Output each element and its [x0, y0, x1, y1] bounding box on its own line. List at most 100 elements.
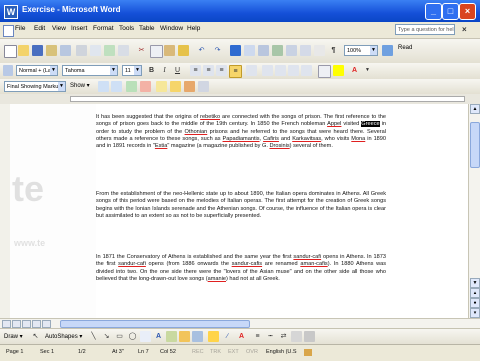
font-color-icon[interactable]: A [349, 65, 360, 76]
tables-borders-icon[interactable] [244, 45, 255, 56]
increase-indent-icon[interactable] [301, 65, 312, 76]
redo-icon[interactable]: ↷ [212, 45, 223, 56]
web-layout-icon[interactable] [12, 320, 21, 328]
spelling-status-icon[interactable] [304, 349, 312, 356]
justify-icon[interactable]: ≡ [229, 65, 242, 78]
drawing-icon[interactable] [300, 45, 311, 56]
paragraph-2[interactable]: From the establishment of the neo-Hellen… [96, 191, 386, 220]
oval-icon[interactable]: ◯ [127, 331, 138, 342]
fill-color-icon[interactable] [208, 331, 219, 342]
insert-comment-icon[interactable] [156, 81, 167, 92]
select-browse-object-icon[interactable]: ● [470, 298, 480, 308]
format-painter-icon[interactable] [178, 45, 189, 56]
font-size-select[interactable]: 11 ▼ [122, 65, 142, 76]
scroll-up-icon[interactable]: ▲ [470, 104, 480, 114]
show-hide-icon[interactable]: ¶ [328, 45, 339, 56]
outline-view-icon[interactable] [32, 320, 41, 328]
paste-icon[interactable] [164, 45, 175, 56]
clip-art-icon[interactable] [179, 331, 190, 342]
reading-layout-icon[interactable] [42, 320, 51, 328]
ask-question-box[interactable]: Type a question for help [395, 24, 455, 35]
bullets-icon[interactable] [275, 65, 286, 76]
outside-border-icon[interactable] [318, 65, 331, 78]
maximize-button[interactable]: □ [442, 3, 459, 20]
draw-menu[interactable]: Draw ▾ [4, 333, 23, 340]
display-for-review-select[interactable]: Final Showing Markup ▼ [4, 81, 66, 92]
permission-icon[interactable] [46, 45, 57, 56]
research-icon[interactable] [118, 45, 129, 56]
next-change-icon[interactable] [111, 81, 122, 92]
next-page-icon[interactable]: ▾ [470, 308, 480, 318]
3d-style-icon[interactable] [304, 331, 315, 342]
menu-edit[interactable]: Edit [34, 25, 45, 32]
undo-icon[interactable]: ↶ [196, 45, 207, 56]
insert-table-icon[interactable] [258, 45, 269, 56]
arrow-style-icon[interactable]: ⇄ [278, 331, 289, 342]
line-spacing-icon[interactable] [246, 65, 257, 76]
open-folder-icon[interactable] [18, 45, 29, 56]
draw-font-color-icon[interactable]: A [236, 331, 247, 342]
text-box-icon[interactable] [140, 331, 151, 342]
document-icon[interactable] [3, 25, 14, 37]
menu-help[interactable]: Help [187, 25, 200, 32]
underline-button[interactable]: U [172, 65, 183, 76]
paragraph-1[interactable]: It has been suggested that the origins o… [96, 114, 386, 150]
decrease-indent-icon[interactable] [288, 65, 299, 76]
menu-window[interactable]: Window [160, 25, 183, 32]
document-area[interactable]: te MA www.te www.diploma.edu.gr It has b… [10, 104, 468, 318]
previous-change-icon[interactable] [98, 81, 109, 92]
help-icon[interactable] [382, 45, 393, 56]
insert-picture-icon[interactable] [192, 331, 203, 342]
diagram-icon[interactable] [166, 331, 177, 342]
reviewing-pane-icon[interactable] [198, 81, 209, 92]
document-map-icon[interactable] [314, 45, 325, 56]
menu-insert[interactable]: Insert [71, 25, 87, 32]
bold-button[interactable]: B [146, 65, 157, 76]
wordart-icon[interactable]: A [153, 331, 164, 342]
align-center-icon[interactable]: ≡ [203, 65, 214, 76]
vertical-scroll-thumb[interactable] [470, 122, 480, 168]
normal-view-icon[interactable] [2, 320, 11, 328]
italic-button[interactable]: I [159, 65, 170, 76]
status-rec[interactable]: REC [192, 349, 204, 355]
highlight-review-icon[interactable] [170, 81, 181, 92]
new-document-icon[interactable] [4, 45, 17, 58]
paragraph-3[interactable]: In 1871 the Conservatory of Athens is es… [96, 254, 386, 283]
status-trk[interactable]: TRK [210, 349, 221, 355]
shadow-style-icon[interactable] [291, 331, 302, 342]
status-ext[interactable]: EXT [228, 349, 239, 355]
close-button[interactable]: × [459, 3, 476, 20]
menu-format[interactable]: Format [93, 25, 114, 32]
show-menu-button[interactable]: Show ▾ [70, 82, 90, 89]
menu-file[interactable]: File [15, 25, 25, 32]
menu-table[interactable]: Table [139, 25, 155, 32]
menu-tools[interactable]: Tools [119, 25, 134, 32]
document-close-icon[interactable]: × [462, 25, 467, 34]
scroll-down-icon[interactable]: ▼ [470, 278, 480, 288]
status-ovr[interactable]: OVR [246, 349, 258, 355]
insert-hyperlink-icon[interactable] [230, 45, 241, 56]
styles-formatting-icon[interactable] [3, 65, 13, 76]
numbering-icon[interactable] [262, 65, 273, 76]
chevron-down-icon[interactable]: ▼ [362, 65, 373, 76]
reject-change-icon[interactable] [140, 81, 151, 92]
select-objects-icon[interactable]: ↖ [30, 331, 41, 342]
word-app-icon[interactable]: W [4, 5, 18, 19]
highlight-icon[interactable] [333, 65, 344, 76]
accept-change-icon[interactable] [126, 81, 137, 92]
align-left-icon[interactable]: ≡ [190, 65, 201, 76]
print-layout-icon[interactable] [22, 320, 31, 328]
insert-excel-icon[interactable] [272, 45, 283, 56]
spelling-icon[interactable] [104, 45, 115, 56]
zoom-select[interactable]: 100% ▼ [344, 45, 378, 56]
line-color-icon[interactable]: ∕ [222, 331, 233, 342]
read-button[interactable]: Read [398, 45, 412, 51]
line-icon[interactable]: ╲ [88, 331, 99, 342]
rectangle-icon[interactable]: ▭ [114, 331, 125, 342]
save-icon[interactable] [32, 45, 43, 56]
track-changes-icon[interactable] [184, 81, 195, 92]
menu-view[interactable]: View [52, 25, 66, 32]
print-icon[interactable] [76, 45, 87, 56]
align-right-icon[interactable]: ≡ [216, 65, 227, 76]
dash-style-icon[interactable]: ┅ [265, 331, 276, 342]
